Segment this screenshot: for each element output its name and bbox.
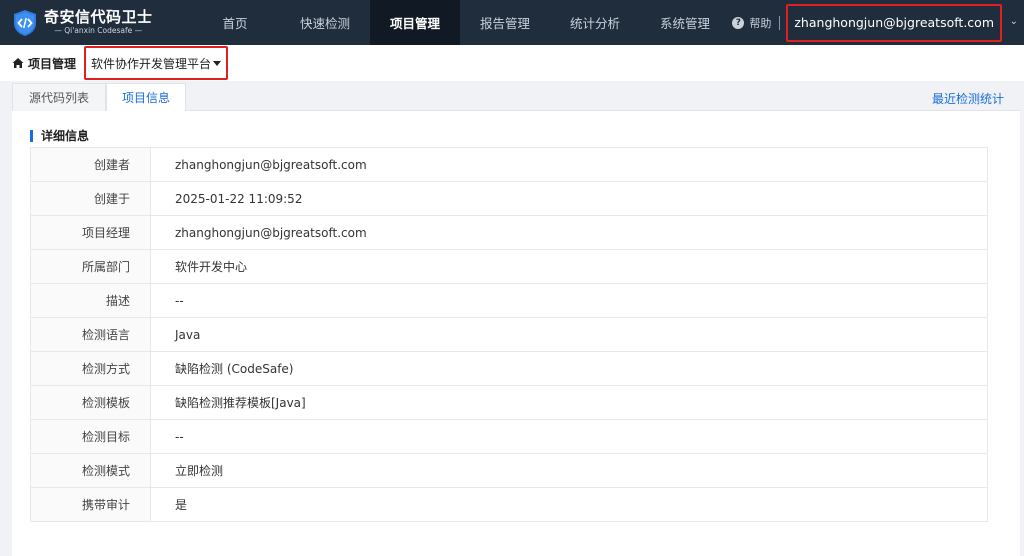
- row-value: zhanghongjun@bjgreatsoft.com: [150, 147, 988, 182]
- nav-item-project-management[interactable]: 项目管理: [370, 0, 460, 45]
- row-value: --: [150, 419, 988, 454]
- user-menu-button[interactable]: zhanghongjun@bjgreatsoft.com: [786, 3, 1002, 42]
- row-value: 缺陷检测推荐模板[Java]: [150, 385, 988, 420]
- help-label: 帮助: [749, 16, 772, 30]
- row-value: 是: [150, 487, 988, 522]
- section-bar: [30, 129, 33, 142]
- project-selector[interactable]: 软件协作开发管理平台: [84, 46, 229, 80]
- row-value: --: [150, 283, 988, 318]
- breadcrumb-section[interactable]: 项目管理: [28, 55, 76, 72]
- table-row: 检测模板 缺陷检测推荐模板[Java]: [30, 385, 988, 420]
- main-menu: 首页 快速检测 项目管理 报告管理 统计分析 系统管理: [190, 0, 730, 45]
- recent-stats-link[interactable]: 最近检测统计: [932, 90, 1004, 107]
- row-key: 检测模式: [30, 453, 151, 488]
- row-value: 立即检测: [150, 453, 988, 488]
- nav-right: ? 帮助 zhanghongjun@bjgreatsoft.com: [732, 0, 1024, 45]
- row-key: 检测语言: [30, 317, 151, 352]
- nav-item-statistics[interactable]: 统计分析: [550, 0, 640, 45]
- row-key: 检测方式: [30, 351, 151, 386]
- row-value: Java: [150, 317, 988, 352]
- table-row: 描述 --: [30, 283, 988, 318]
- table-row: 创建者 zhanghongjun@bjgreatsoft.com: [30, 147, 988, 182]
- table-row: 检测模式 立即检测: [30, 453, 988, 488]
- table-row: 检测目标 --: [30, 419, 988, 454]
- app-subtitle: — Qi'anxin Codesafe —: [54, 26, 143, 35]
- row-key: 携带审计: [30, 487, 151, 522]
- shield-code-icon: [14, 9, 36, 36]
- table-row: 检测方式 缺陷检测 (CodeSafe): [30, 351, 988, 386]
- divider: [779, 15, 781, 30]
- app-title: 奇安信代码卫士: [44, 8, 153, 26]
- row-key: 项目经理: [30, 215, 151, 250]
- row-key: 检测目标: [30, 419, 151, 454]
- nav-item-system-management[interactable]: 系统管理: [640, 0, 730, 45]
- table-row: 携带审计 是: [30, 487, 988, 522]
- row-key: 检测模板: [30, 385, 151, 420]
- tab-project-info[interactable]: 项目信息: [106, 83, 186, 112]
- nav-item-report-management[interactable]: 报告管理: [460, 0, 550, 45]
- table-row: 项目经理 zhanghongjun@bjgreatsoft.com: [30, 215, 988, 250]
- app-logo[interactable]: 奇安信代码卫士 — Qi'anxin Codesafe —: [0, 0, 190, 45]
- section-title: 详细信息: [41, 129, 90, 143]
- row-value: 软件开发中心: [150, 249, 988, 284]
- nav-item-home[interactable]: 首页: [190, 0, 280, 45]
- help-link[interactable]: ? 帮助: [732, 15, 771, 31]
- row-key: 创建于: [30, 181, 151, 216]
- tab-bar: 源代码列表 项目信息 最近检测统计: [12, 81, 1020, 112]
- row-key: 描述: [30, 283, 151, 318]
- nav-item-quick-scan[interactable]: 快速检测: [280, 0, 370, 45]
- row-value: 缺陷检测 (CodeSafe): [150, 351, 988, 386]
- section-header: 详细信息: [30, 127, 89, 144]
- tab-source-code-list[interactable]: 源代码列表: [12, 83, 106, 111]
- project-info-panel: 详细信息 创建者 zhanghongjun@bjgreatsoft.com 创建…: [12, 111, 1020, 556]
- row-value: 2025-01-22 11:09:52: [150, 181, 988, 216]
- top-nav: 奇安信代码卫士 — Qi'anxin Codesafe — 首页 快速检测 项目…: [0, 0, 1024, 45]
- row-key: 创建者: [30, 147, 151, 182]
- table-row: 所属部门 软件开发中心: [30, 249, 988, 284]
- caret-down-icon: [213, 60, 222, 66]
- chevron-down-icon[interactable]: ⌄: [1010, 16, 1018, 27]
- breadcrumb: 项目管理 软件协作开发管理平台: [0, 45, 1024, 81]
- row-key: 所属部门: [30, 249, 151, 284]
- question-icon: ?: [732, 16, 745, 29]
- home-icon[interactable]: [12, 57, 24, 69]
- user-email: zhanghongjun@bjgreatsoft.com: [794, 15, 994, 30]
- table-row: 检测语言 Java: [30, 317, 988, 352]
- project-name: 软件协作开发管理平台: [91, 56, 212, 71]
- table-row: 创建于 2025-01-22 11:09:52: [30, 181, 988, 216]
- detail-table: 创建者 zhanghongjun@bjgreatsoft.com 创建于 202…: [30, 147, 988, 522]
- row-value: zhanghongjun@bjgreatsoft.com: [150, 215, 988, 250]
